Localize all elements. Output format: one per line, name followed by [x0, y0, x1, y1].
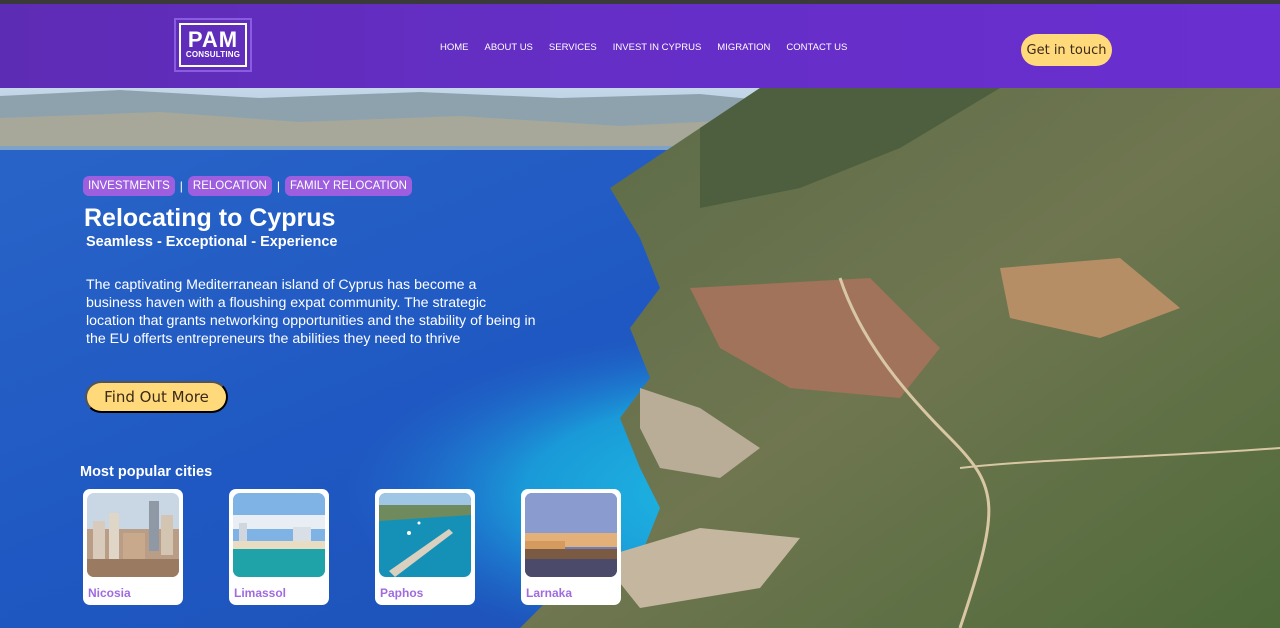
tag-relocation[interactable]: RELOCATION — [187, 176, 272, 196]
nav-invest-in-cyprus[interactable]: INVEST IN CYPRUS — [613, 42, 702, 53]
nav-services[interactable]: SERVICES — [549, 42, 597, 53]
city-image-limassol — [233, 493, 325, 577]
tag-separator: | — [179, 179, 183, 193]
hero-description: The captivating Mediterranean island of … — [86, 277, 536, 347]
city-name-limassol: Limassol — [234, 586, 287, 600]
city-image-nicosia — [87, 493, 179, 577]
city-name-nicosia: Nicosia — [88, 586, 131, 600]
nav-migration[interactable]: MIGRATION — [717, 42, 770, 53]
hero-title: Relocating to Cyprus — [84, 204, 336, 232]
city-card-limassol[interactable]: Limassol — [229, 489, 329, 605]
nav-contact-us[interactable]: CONTACT US — [786, 42, 847, 53]
logo-text-sub: CONSULTING — [185, 50, 241, 59]
get-in-touch-button[interactable]: Get in touch — [1021, 34, 1112, 66]
city-name-larnaka: Larnaka — [526, 586, 573, 600]
city-card-larnaka[interactable]: Larnaka — [521, 489, 621, 605]
tag-separator: | — [276, 179, 280, 193]
city-card-paphos[interactable]: Paphos — [375, 489, 475, 605]
pam-consulting-logo[interactable]: PAM CONSULTING — [174, 18, 252, 72]
find-out-more-button[interactable]: Find Out More — [85, 381, 228, 413]
city-name-paphos: Paphos — [380, 586, 424, 600]
popular-cities-heading: Most popular cities — [80, 464, 213, 480]
main-nav: HOME ABOUT US SERVICES INVEST IN CYPRUS … — [432, 40, 855, 54]
tag-investments[interactable]: INVESTMENTS — [83, 176, 175, 196]
hero-tags: INVESTMENTS | RELOCATION | FAMILY RELOCA… — [83, 176, 412, 196]
hero-subtitle: Seamless - Exceptional - Experience — [86, 234, 338, 250]
nav-home[interactable]: HOME — [440, 42, 469, 53]
hero-section: Nicosia Limassol Paphos Larnaka — [0, 88, 1280, 628]
tag-family-relocation[interactable]: FAMILY RELOCATION — [284, 176, 412, 196]
city-card-nicosia[interactable]: Nicosia — [83, 489, 183, 605]
city-image-paphos — [379, 493, 471, 577]
logo-text-main: PAM — [187, 27, 239, 52]
city-image-larnaka — [525, 493, 617, 577]
logo-box: PAM CONSULTING — [179, 23, 247, 67]
nav-about-us[interactable]: ABOUT US — [485, 42, 533, 53]
coastline-background-image — [0, 88, 1280, 628]
site-header: PAM CONSULTING HOME ABOUT US SERVICES IN… — [0, 4, 1280, 88]
